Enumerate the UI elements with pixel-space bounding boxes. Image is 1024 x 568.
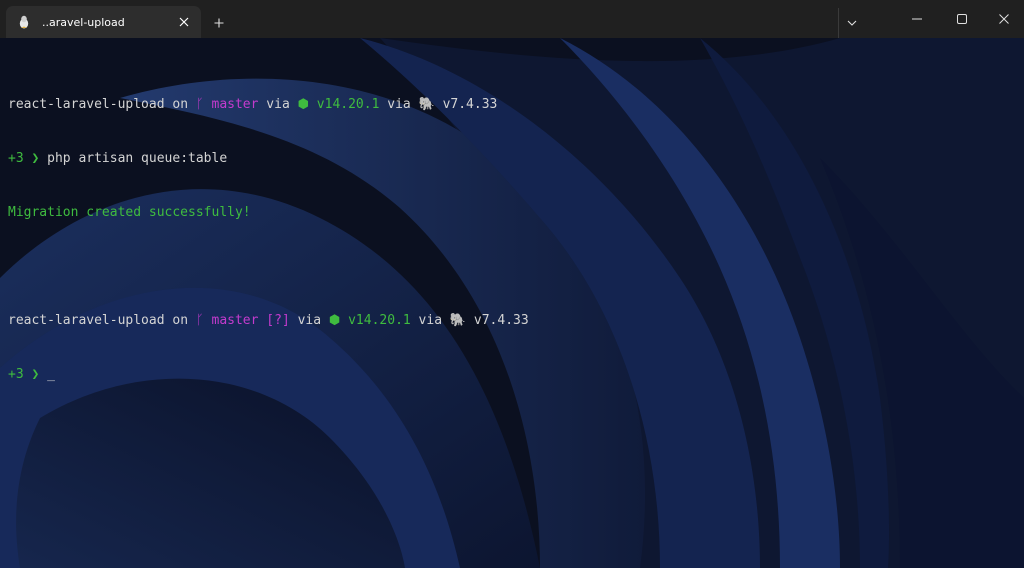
- plus-icon: [214, 18, 224, 28]
- terminal-pane[interactable]: react-laravel-upload on ᚴ master via ⬢ v…: [0, 38, 1024, 568]
- terminal-window: ..aravel-upload react-laravel-upload on …: [0, 0, 1024, 568]
- text-cursor: _: [47, 367, 55, 382]
- new-tab-button[interactable]: [206, 11, 232, 35]
- directory-name: react-laravel-upload: [8, 97, 165, 112]
- nodejs-icon: ⬢: [328, 313, 341, 328]
- title-bar: ..aravel-upload: [0, 0, 1024, 38]
- close-icon: [999, 14, 1009, 24]
- minimize-icon: [912, 18, 922, 20]
- directory-name: react-laravel-upload: [8, 313, 165, 328]
- exit-code: +3: [8, 367, 24, 382]
- close-window-button[interactable]: [984, 0, 1024, 38]
- git-branch-icon: ᚴ: [195, 313, 204, 328]
- php-version: v7.4.33: [466, 313, 529, 328]
- php-elephant-icon: 🐘: [449, 313, 467, 328]
- exit-code: +3: [8, 151, 24, 166]
- php-elephant-icon: 🐘: [418, 97, 435, 112]
- git-branch-icon: ᚴ: [195, 97, 204, 112]
- terminal-tab[interactable]: ..aravel-upload: [6, 6, 201, 38]
- dropdown-button[interactable]: [838, 8, 865, 38]
- close-tab-icon[interactable]: [173, 11, 195, 33]
- linux-tux-icon: [18, 15, 30, 29]
- tab-title: ..aravel-upload: [42, 15, 125, 29]
- command-text: php artisan queue:table: [39, 151, 228, 166]
- git-branch: master: [203, 97, 259, 112]
- php-version: v7.4.33: [434, 97, 498, 112]
- minimize-button[interactable]: [894, 0, 940, 38]
- command-line: +3 ❯ php artisan queue:table: [8, 150, 529, 168]
- git-branch: master: [203, 313, 259, 328]
- node-version: v14.20.1: [308, 97, 380, 112]
- maximize-icon: [957, 14, 967, 24]
- chevron-down-icon: [847, 20, 857, 26]
- terminal-output: react-laravel-upload on ᚴ master via ⬢ v…: [8, 60, 529, 420]
- prompt-chevron-icon: ❯: [31, 367, 40, 382]
- maximize-button[interactable]: [940, 0, 984, 38]
- git-status: [?]: [258, 313, 290, 328]
- input-line[interactable]: +3 ❯ _: [8, 366, 529, 384]
- prompt-line-1: react-laravel-upload on ᚴ master via ⬢ v…: [8, 97, 498, 112]
- prompt-line-2: react-laravel-upload on ᚴ master [?] via…: [8, 313, 529, 328]
- nodejs-icon: ⬢: [297, 97, 309, 112]
- command-output: Migration created successfully!: [8, 205, 251, 220]
- node-version: v14.20.1: [340, 313, 411, 328]
